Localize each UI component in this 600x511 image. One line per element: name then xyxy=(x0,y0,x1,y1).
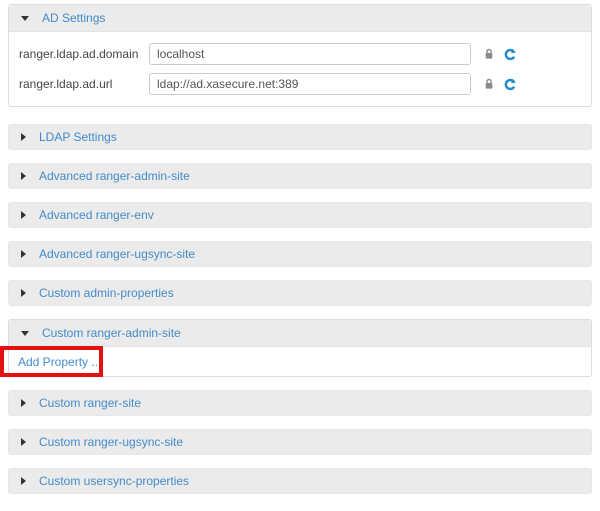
config-row-ldap-ad-url: ranger.ldap.ad.url xyxy=(9,73,591,95)
undo-icon[interactable] xyxy=(503,78,516,91)
section-header-advanced-ranger-ugsync-site[interactable]: Advanced ranger-ugsync-site xyxy=(8,241,592,267)
caret-right-icon xyxy=(21,133,26,141)
lock-icon[interactable] xyxy=(484,78,494,90)
section-title-custom-admin-properties[interactable]: Custom admin-properties xyxy=(39,286,174,300)
section-body-custom-ranger-admin-site: Add Property ... xyxy=(9,347,591,376)
config-label-ldap-ad-url: ranger.ldap.ad.url xyxy=(19,77,149,91)
undo-icon[interactable] xyxy=(503,48,516,61)
lock-icon[interactable] xyxy=(484,48,494,60)
section-title-custom-ranger-ugsync-site[interactable]: Custom ranger-ugsync-site xyxy=(39,435,183,449)
section-ad-settings: AD Settings ranger.ldap.ad.domain xyxy=(8,4,592,107)
caret-right-icon xyxy=(21,172,26,180)
section-header-custom-usersync-properties[interactable]: Custom usersync-properties xyxy=(8,468,592,494)
caret-right-icon xyxy=(21,438,26,446)
caret-right-icon xyxy=(21,289,26,297)
config-row-ldap-ad-domain: ranger.ldap.ad.domain xyxy=(9,43,591,65)
caret-right-icon xyxy=(21,250,26,258)
section-title-advanced-ranger-admin-site[interactable]: Advanced ranger-admin-site xyxy=(39,169,190,183)
section-title-advanced-ranger-ugsync-site[interactable]: Advanced ranger-ugsync-site xyxy=(39,247,195,261)
section-header-custom-ranger-site[interactable]: Custom ranger-site xyxy=(8,390,592,416)
section-title-custom-ranger-site[interactable]: Custom ranger-site xyxy=(39,396,141,410)
section-title-advanced-ranger-env[interactable]: Advanced ranger-env xyxy=(39,208,154,222)
section-header-custom-ranger-ugsync-site[interactable]: Custom ranger-ugsync-site xyxy=(8,429,592,455)
section-header-advanced-ranger-env[interactable]: Advanced ranger-env xyxy=(8,202,592,228)
section-title-custom-usersync-properties[interactable]: Custom usersync-properties xyxy=(39,474,189,488)
section-title-ldap-settings[interactable]: LDAP Settings xyxy=(39,130,117,144)
caret-down-icon xyxy=(21,16,29,21)
config-input-ldap-ad-url[interactable] xyxy=(149,73,471,95)
section-header-custom-ranger-admin-site[interactable]: Custom ranger-admin-site xyxy=(9,320,591,347)
caret-right-icon xyxy=(21,399,26,407)
section-header-ad-settings[interactable]: AD Settings xyxy=(9,5,591,32)
add-property-link[interactable]: Add Property ... xyxy=(18,355,101,369)
section-body-ad-settings: ranger.ldap.ad.domain ranger.ldap.ad. xyxy=(9,32,591,106)
config-input-ldap-ad-domain[interactable] xyxy=(149,43,471,65)
caret-right-icon xyxy=(21,477,26,485)
section-custom-ranger-admin-site: Custom ranger-admin-site Add Property ..… xyxy=(8,319,592,377)
section-header-ldap-settings[interactable]: LDAP Settings xyxy=(8,124,592,150)
section-header-advanced-ranger-admin-site[interactable]: Advanced ranger-admin-site xyxy=(8,163,592,189)
config-label-ldap-ad-domain: ranger.ldap.ad.domain xyxy=(19,47,149,61)
section-title-ad-settings[interactable]: AD Settings xyxy=(42,11,105,25)
caret-down-icon xyxy=(21,331,29,336)
section-header-custom-admin-properties[interactable]: Custom admin-properties xyxy=(8,280,592,306)
section-title-custom-ranger-admin-site[interactable]: Custom ranger-admin-site xyxy=(42,326,181,340)
caret-right-icon xyxy=(21,211,26,219)
ranger-config-panel-group: AD Settings ranger.ldap.ad.domain xyxy=(0,0,600,494)
